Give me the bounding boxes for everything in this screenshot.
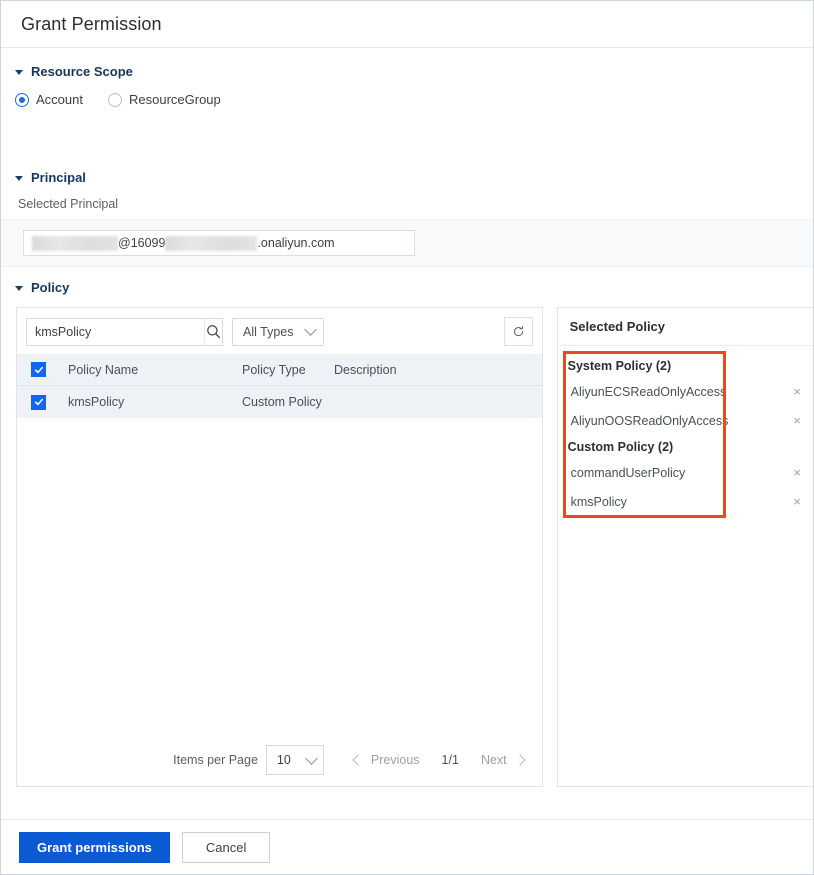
principal-section: Principal Selected Principal @16099 .onal… (1, 170, 813, 267)
column-header-description: Description (334, 362, 397, 377)
selected-policy-name: AliyunECSReadOnlyAccess (570, 384, 727, 399)
radio-option-resourcegroup[interactable]: ResourceGroup (107, 92, 221, 107)
table-empty-space (17, 418, 542, 734)
selected-policy-name: AliyunOOSReadOnlyAccess (570, 413, 729, 428)
column-header-policy-type: Policy Type (242, 362, 306, 377)
policy-search[interactable] (26, 317, 223, 346)
policy-section: Policy kmsPolicy All Types Policy Name P… (1, 280, 813, 787)
policy-panels: All Types (1, 307, 813, 787)
row-checkbox[interactable] (31, 394, 46, 410)
cell-policy-type: Custom Policy (242, 395, 322, 409)
caret-down-icon (15, 70, 23, 75)
search-icon (207, 325, 221, 339)
dialog-titlebar: Grant Permission (1, 1, 813, 48)
group-title-custom-policy: Custom Policy (2) (567, 439, 674, 454)
check-icon (34, 366, 43, 373)
close-icon[interactable]: × (793, 414, 801, 427)
principal-heading-label: Principal (31, 170, 86, 185)
chevron-left-icon (352, 754, 364, 766)
caret-down-icon (15, 176, 23, 181)
selected-policy-panel: Selected Policy System Policy (2) Aliyun… (556, 307, 813, 787)
page-indicator: 1/1 (441, 753, 459, 767)
next-page-label: Next (480, 753, 507, 767)
redacted-domain (165, 235, 258, 251)
chevron-right-icon (513, 754, 526, 766)
cancel-button[interactable]: Cancel (181, 831, 271, 863)
next-page-button[interactable]: Next (480, 753, 526, 767)
grant-permission-dialog: Grant Permission Resource Scope Account … (0, 0, 814, 875)
refresh-icon (513, 325, 523, 337)
policy-table-header: Policy Name Policy Type Description (17, 354, 542, 386)
resource-scope-heading: Resource Scope (1, 64, 246, 79)
close-icon[interactable]: × (793, 495, 801, 508)
radio-resourcegroup-indicator[interactable] (107, 92, 122, 107)
selected-policy-heading: Selected Policy (557, 308, 813, 346)
redacted-username (32, 235, 118, 251)
group-title-system-policy: System Policy (2) (567, 358, 672, 373)
list-item[interactable]: commandUserPolicy × (558, 458, 813, 487)
items-per-page-label: Items per Page (173, 753, 258, 767)
page-title: Grant Permission (21, 13, 162, 34)
previous-page-label: Previous (370, 753, 420, 767)
cell-policy-name: kmsPolicy (68, 395, 125, 409)
radio-account-indicator[interactable] (15, 92, 29, 107)
principal-domain-suffix: .onaliyun.com (257, 236, 335, 250)
check-icon (34, 398, 43, 406)
list-item[interactable]: AliyunOOSReadOnlyAccess × (558, 406, 813, 435)
radio-resourcegroup-label: ResourceGroup (128, 92, 221, 107)
selected-principal-band: @16099 .onaliyun.com (1, 219, 813, 267)
radio-option-account[interactable]: Account (15, 92, 83, 107)
caret-down-icon (15, 286, 23, 291)
principal-account-id: @16099 (118, 236, 166, 250)
policy-type-select[interactable]: All Types (232, 317, 324, 346)
radio-account-label: Account (36, 92, 83, 107)
resource-scope-radio-group: Account ResourceGroup (1, 92, 246, 107)
list-item[interactable]: kmsPolicy × (558, 487, 813, 516)
close-icon[interactable]: × (793, 466, 801, 479)
policy-toolbar: All Types (17, 308, 542, 354)
selected-policy-name: kmsPolicy (570, 494, 627, 509)
list-item[interactable]: AliyunECSReadOnlyAccess × (558, 377, 813, 406)
previous-page-button[interactable]: Previous (352, 753, 420, 767)
grant-permissions-button[interactable]: Grant permissions (19, 831, 170, 863)
select-all-checkbox[interactable] (31, 362, 46, 377)
column-header-policy-name: Policy Name (68, 362, 139, 377)
items-per-page-select[interactable]: 10 (265, 745, 324, 775)
selected-policy-body: System Policy (2) AliyunECSReadOnlyAcces… (558, 346, 813, 786)
policy-heading-label: Policy (31, 280, 70, 295)
dialog-content: Resource Scope Account ResourceGroup Pri… (1, 48, 813, 819)
refresh-button[interactable] (503, 317, 533, 346)
policy-type-selected-value: All Types (243, 324, 294, 339)
pagination-nav: Previous 1/1 Next (352, 753, 526, 767)
selected-principal-value: @16099 .onaliyun.com (23, 230, 415, 256)
selected-policy-name: commandUserPolicy (570, 465, 686, 480)
search-button[interactable] (204, 318, 222, 345)
chevron-down-icon (304, 323, 317, 336)
resource-scope-heading-label: Resource Scope (31, 64, 133, 79)
items-per-page-value: 10 (276, 753, 291, 767)
selected-principal-label: Selected Principal (18, 197, 119, 211)
principal-heading: Principal (1, 170, 813, 185)
close-icon[interactable]: × (793, 385, 801, 398)
search-input[interactable] (27, 318, 204, 345)
table-row[interactable]: kmsPolicy Custom Policy (17, 386, 542, 418)
dialog-footer: Grant permissions Cancel (1, 819, 813, 874)
chevron-down-icon (305, 751, 318, 765)
policy-heading: Policy (1, 280, 813, 295)
policy-list-panel: All Types (16, 307, 543, 787)
resource-scope-section: Resource Scope Account ResourceGroup (1, 64, 246, 107)
pagination: Items per Page 10 Previous 1/1 Next (17, 734, 542, 786)
